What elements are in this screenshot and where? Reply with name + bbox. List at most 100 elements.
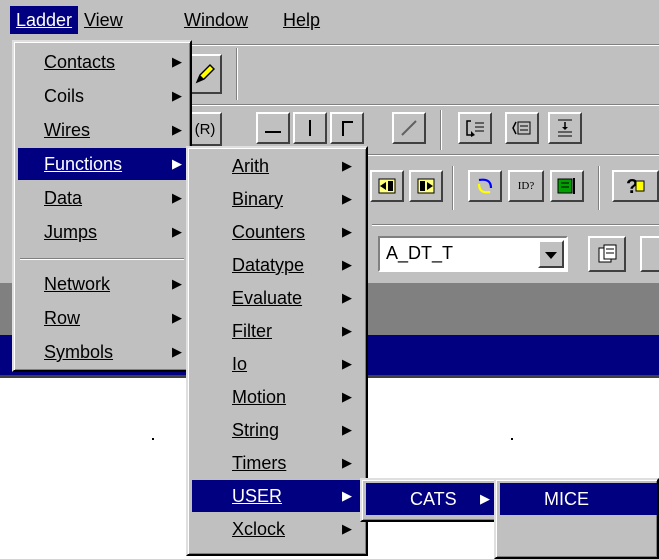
append-network-button[interactable] (548, 112, 582, 144)
menu-item-network[interactable]: Network ▶ (18, 268, 186, 300)
import-button[interactable] (370, 170, 404, 202)
function-type-combobox[interactable]: A_DT_T (378, 236, 568, 272)
menu-item-arith-label: Arith (232, 156, 270, 176)
background-dot (511, 438, 513, 440)
menu-item-jumps[interactable]: Jumps ▶ (18, 216, 186, 248)
corner-line-icon (337, 118, 357, 138)
right-triangle-icon: ▶ (172, 276, 182, 291)
menu-item-filter[interactable]: Filter ▶ (192, 315, 362, 347)
menu-item-mice[interactable]: MICE (500, 483, 657, 515)
functions-submenu: Arith ▶ Binary ▶ Counters ▶ Datatype ▶ E… (186, 146, 368, 556)
replace-network-button[interactable] (505, 112, 539, 144)
toolbar-divider (372, 224, 659, 226)
cats-submenu: MICE (494, 478, 659, 559)
identify-icon: ID? (517, 180, 535, 192)
replace-network-icon (511, 118, 533, 138)
menu-item-datatype[interactable]: Datatype ▶ (192, 249, 362, 281)
menu-item-row-label: Row (44, 308, 81, 328)
menu-item-coils[interactable]: Coils ▶ (18, 80, 186, 112)
identify-button[interactable]: ID? (508, 170, 544, 202)
menu-item-row[interactable]: Row ▶ (18, 302, 186, 334)
ladder-menu: Contacts ▶ Coils ▶ Wires ▶ Functions ▶ D… (12, 40, 192, 372)
toolbar-divider (160, 104, 659, 106)
import-icon (376, 176, 398, 196)
right-triangle-icon: ▶ (342, 158, 352, 173)
menu-item-user-label: USER (232, 486, 283, 506)
pencil-edit-button[interactable] (188, 54, 222, 94)
right-triangle-icon: ▶ (172, 224, 182, 239)
monitor-icon (556, 176, 578, 196)
help-button[interactable]: ? (612, 170, 659, 202)
reset-coil-icon: (R) (194, 120, 216, 138)
menu-item-binary-label: Binary (232, 189, 284, 209)
menu-item-io-label: Io (232, 354, 248, 374)
menu-item-wires[interactable]: Wires ▶ (18, 114, 186, 146)
right-triangle-icon: ▶ (342, 521, 352, 536)
menu-item-motion[interactable]: Motion ▶ (192, 381, 362, 413)
menu-view-label: View (84, 10, 123, 30)
menu-bar: Ladder View Window Help (0, 0, 659, 40)
menu-item-mice-label: MICE (544, 489, 589, 509)
right-triangle-icon: ▶ (172, 190, 182, 205)
monitor-button[interactable] (550, 170, 584, 202)
right-triangle-icon: ▶ (342, 488, 352, 503)
menu-item-counters[interactable]: Counters ▶ (192, 216, 362, 248)
menu-item-cats[interactable]: CATS ▶ (366, 483, 496, 515)
menu-item-xclock[interactable]: Xclock ▶ (192, 513, 362, 545)
right-triangle-icon: ▶ (342, 455, 352, 470)
properties-button[interactable] (588, 236, 626, 272)
vertical-wire-button[interactable] (293, 112, 327, 144)
menu-item-string[interactable]: String ▶ (192, 414, 362, 446)
toolbar-overflow-button[interactable] (640, 236, 659, 272)
menu-item-io[interactable]: Io ▶ (192, 348, 362, 380)
insert-network-button[interactable] (458, 112, 492, 144)
right-triangle-icon: ▶ (172, 88, 182, 103)
menu-item-evaluate-label: Evaluate (232, 288, 303, 308)
right-triangle-icon: ▶ (172, 156, 182, 171)
right-triangle-icon: ▶ (342, 224, 352, 239)
menu-item-timers[interactable]: Timers ▶ (192, 447, 362, 479)
chevron-down-icon (545, 244, 557, 265)
right-triangle-icon: ▶ (480, 491, 490, 506)
user-submenu: CATS ▶ (360, 478, 502, 522)
menu-item-arith[interactable]: Arith ▶ (192, 150, 362, 182)
right-triangle-icon: ▶ (172, 344, 182, 359)
right-triangle-icon: ▶ (172, 54, 182, 69)
export-button[interactable] (409, 170, 443, 202)
help-icon: ? (624, 175, 648, 197)
menu-window[interactable]: Window (178, 6, 254, 34)
horizontal-wire-button[interactable] (256, 112, 290, 144)
menu-item-cats-label: CATS (410, 489, 457, 509)
menu-item-wires-label: Wires (44, 120, 90, 140)
vertical-line-icon (300, 118, 320, 138)
right-triangle-icon: ▶ (342, 389, 352, 404)
refresh-button[interactable] (468, 170, 502, 202)
menu-item-motion-label: Motion (232, 387, 287, 407)
right-triangle-icon: ▶ (342, 356, 352, 371)
menu-item-contacts[interactable]: Contacts ▶ (18, 46, 186, 78)
combobox-dropdown-button[interactable] (538, 240, 564, 268)
corner-wire-button[interactable] (330, 112, 364, 144)
menu-ladder[interactable]: Ladder (10, 6, 79, 34)
menu-item-symbols[interactable]: Symbols ▶ (18, 336, 186, 368)
menu-item-xclock-label: Xclock (232, 519, 286, 539)
menu-item-functions[interactable]: Functions ▶ (18, 148, 186, 180)
insert-network-icon (464, 118, 486, 138)
menu-item-timers-label: Timers (232, 453, 287, 473)
menu-item-evaluate[interactable]: Evaluate ▶ (192, 282, 362, 314)
menu-view[interactable]: View (78, 6, 129, 34)
menu-item-binary[interactable]: Binary ▶ (192, 183, 362, 215)
diagonal-wire-button[interactable] (392, 112, 426, 144)
menu-help[interactable]: Help (277, 6, 326, 34)
menu-item-network-label: Network (44, 274, 111, 294)
menu-item-user[interactable]: USER ▶ (192, 480, 362, 512)
reset-coil-button[interactable]: (R) (188, 112, 222, 146)
menu-item-string-label: String (232, 420, 280, 440)
append-network-icon (554, 118, 576, 138)
menu-item-data[interactable]: Data ▶ (18, 182, 186, 214)
toolbar-row3-separator (452, 166, 454, 210)
toolbar-row3-separator (598, 166, 600, 210)
right-triangle-icon: ▶ (172, 122, 182, 137)
menu-item-data-label: Data (44, 188, 83, 208)
menu-item-coils-label: Coils (44, 86, 85, 106)
